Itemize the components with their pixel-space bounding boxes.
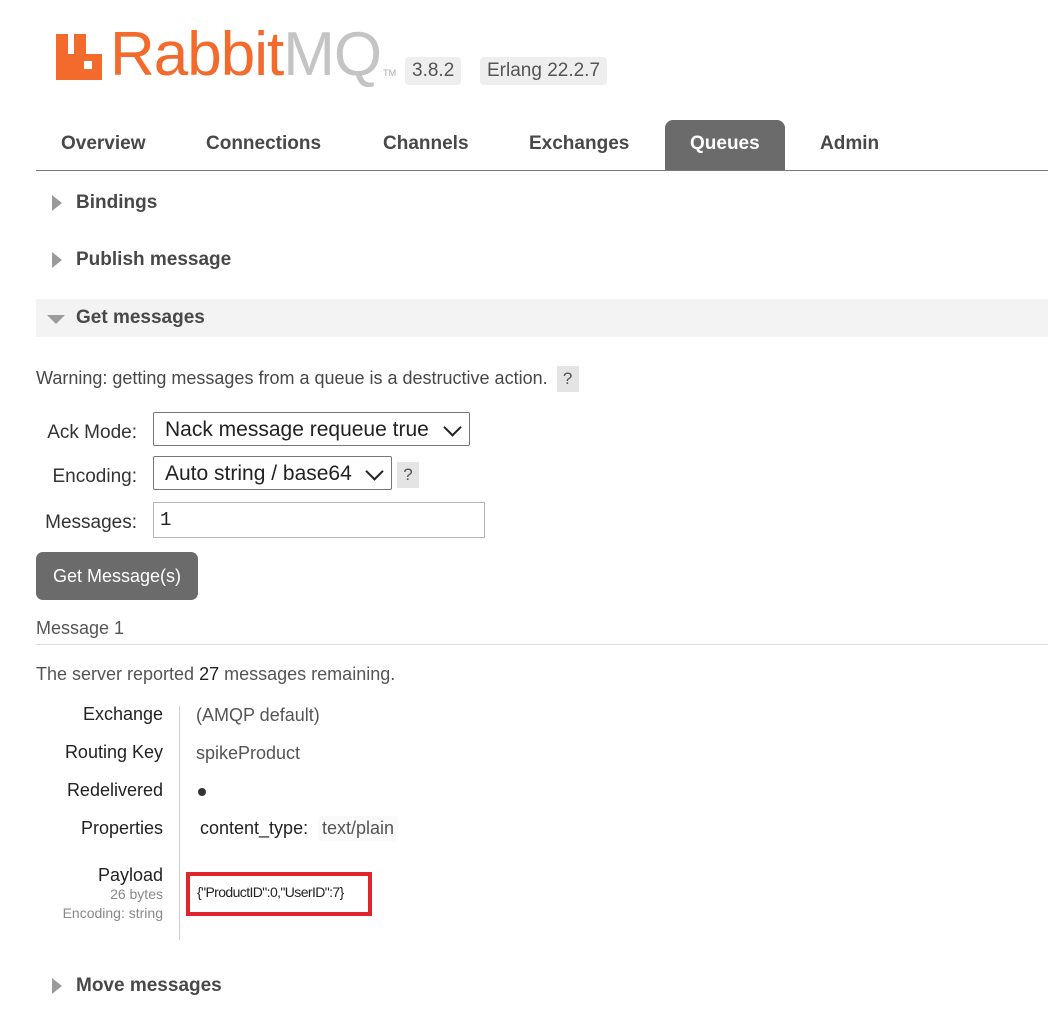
section-move-label: Move messages xyxy=(76,975,222,996)
trademark-mark: TM xyxy=(383,68,397,78)
help-button[interactable]: ? xyxy=(556,366,579,392)
erlang-version-badge: Erlang 22.2.7 xyxy=(480,57,608,85)
tab-queues[interactable]: Queues xyxy=(665,120,785,170)
logo-rabbit-text: Rabbit xyxy=(110,20,284,89)
remaining-suffix: messages remaining. xyxy=(224,664,396,684)
section-get-label: Get messages xyxy=(76,307,205,328)
tab-channels[interactable]: Channels xyxy=(358,120,494,170)
collapse-arrow-icon xyxy=(47,315,65,324)
routing-key-label: Routing Key xyxy=(64,742,163,762)
remaining-count: 27 xyxy=(199,664,220,684)
section-get-messages[interactable]: Get messages xyxy=(36,299,1048,337)
remaining-prefix: The server reported xyxy=(36,664,195,684)
section-bindings-label: Bindings xyxy=(76,192,158,213)
encoding-label: Encoding: xyxy=(52,466,137,487)
get-messages-button[interactable]: Get Message(s) xyxy=(36,552,198,600)
ack-mode-value: Nack message requeue true xyxy=(165,418,429,441)
messages-count-input[interactable]: 1 xyxy=(153,502,485,538)
messages-label: Messages: xyxy=(45,512,137,533)
remaining-messages-text: The server reported 27 messages remainin… xyxy=(36,664,395,685)
encoding-select[interactable]: Auto string / base64 xyxy=(153,456,392,490)
expand-arrow-icon xyxy=(52,978,62,994)
chevron-down-icon xyxy=(443,418,462,437)
main-nav: Overview Connections Channels Exchanges … xyxy=(36,120,1048,171)
redelivered-indicator xyxy=(198,788,206,796)
encoding-help-button[interactable]: ? xyxy=(397,462,419,488)
payload-encoding: Encoding: string xyxy=(62,905,163,921)
payload-value: {"ProductID":0,"UserID":7} xyxy=(197,884,344,900)
ack-mode-label: Ack Mode: xyxy=(47,422,137,443)
tab-connections[interactable]: Connections xyxy=(181,120,346,170)
section-publish-label: Publish message xyxy=(76,249,232,270)
routing-key-value: spikeProduct xyxy=(196,743,301,763)
expand-arrow-icon xyxy=(52,252,62,268)
section-move-messages[interactable]: Move messages xyxy=(36,967,1048,1005)
properties-label: Properties xyxy=(80,818,163,838)
payload-size: 26 bytes xyxy=(110,886,163,902)
divider xyxy=(36,644,1048,645)
rabbitmq-logo[interactable]: RabbitMQ TM xyxy=(54,22,397,86)
chevron-down-icon xyxy=(365,462,384,481)
property-value: text/plain xyxy=(318,816,399,841)
section-bindings[interactable]: Bindings xyxy=(36,184,1048,222)
destructive-warning: Warning: getting messages from a queue i… xyxy=(36,366,579,392)
exchange-value: (AMQP default) xyxy=(196,705,320,725)
exchange-label: Exchange xyxy=(82,704,163,724)
section-publish-message[interactable]: Publish message xyxy=(36,241,1048,279)
redelivered-label: Redelivered xyxy=(66,780,163,800)
version-badge: 3.8.2 xyxy=(405,57,462,85)
property-key: content_type: xyxy=(200,818,309,838)
tab-admin[interactable]: Admin xyxy=(795,120,904,170)
detail-divider xyxy=(179,706,180,940)
logo-wordmark: RabbitMQ xyxy=(110,24,382,86)
message-title: Message 1 xyxy=(36,618,125,638)
tab-exchanges[interactable]: Exchanges xyxy=(504,120,654,170)
rabbit-logo-icon xyxy=(54,28,104,82)
expand-arrow-icon xyxy=(52,195,62,211)
encoding-value: Auto string / base64 xyxy=(165,462,352,485)
logo-mq-text: MQ xyxy=(283,20,382,89)
ack-mode-select[interactable]: Nack message requeue true xyxy=(153,412,470,446)
tab-overview[interactable]: Overview xyxy=(36,120,171,170)
payload-label: Payload xyxy=(97,865,163,885)
warning-text: Warning: getting messages from a queue i… xyxy=(36,368,548,388)
